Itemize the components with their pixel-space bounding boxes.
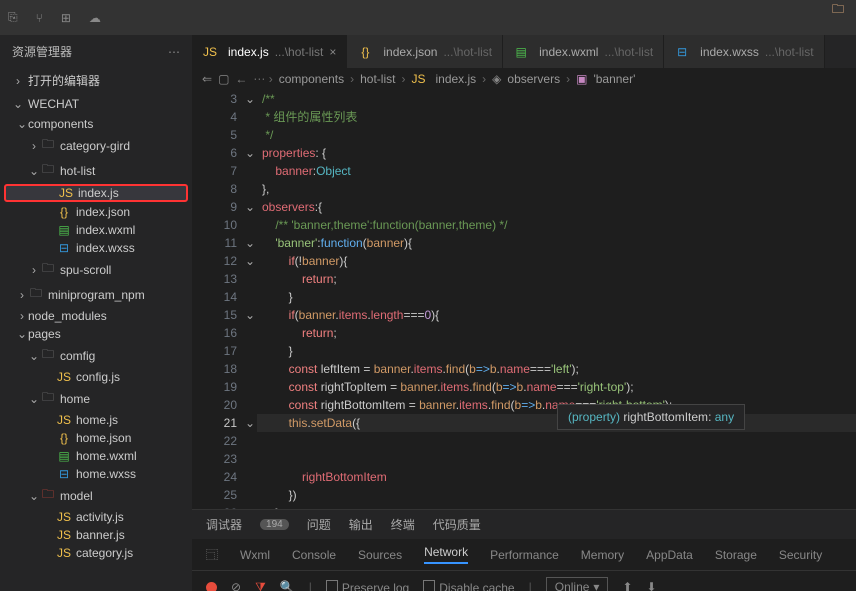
download-icon[interactable]: ⬇ <box>647 580 657 591</box>
inspect-icon[interactable]: ⿹ <box>206 546 218 563</box>
devtab[interactable]: AppData <box>646 548 693 562</box>
tree-file[interactable]: JShome.js <box>0 411 192 429</box>
back-icon[interactable]: ← <box>235 72 247 86</box>
tree-folder[interactable]: ⌄🗀hot-list <box>0 158 192 183</box>
editor-area: JSindex.js...\hot-list× {}index.json...\… <box>192 35 856 591</box>
network-toolbar: ⊘ ⧩ 🔍 | Preserve log Disable cache | Onl… <box>192 571 856 591</box>
devtab-network[interactable]: Network <box>424 545 468 564</box>
devtab[interactable]: Memory <box>581 548 624 562</box>
dbg-tab-quality[interactable]: 代码质量 <box>433 516 481 533</box>
close-icon[interactable]: × <box>329 45 336 59</box>
tree-file[interactable]: ▤index.wxml <box>0 221 192 239</box>
code-body[interactable]: /** * 组件的属性列表 */properties: { banner:Obj… <box>262 90 856 509</box>
tree-file[interactable]: JSconfig.js <box>0 368 192 386</box>
throttling-select[interactable]: Online▾ <box>546 577 609 591</box>
devtools-tabs: ⿹ Wxml Console Sources Network Performan… <box>192 539 856 571</box>
tree-folder[interactable]: ›🗀miniprogram_npm <box>0 282 192 307</box>
tab-indexwxss[interactable]: ⊟index.wxss...\hot-list <box>664 35 824 68</box>
dbg-tab-problems[interactable]: 问题 <box>307 516 331 533</box>
tree-file[interactable]: JScategory.js <box>0 544 192 562</box>
crumb[interactable]: components <box>279 72 344 86</box>
crumb[interactable]: hot-list <box>360 72 395 86</box>
opened-editors-section[interactable]: ›打开的编辑器 <box>0 68 192 93</box>
gutter: 3⌄456⌄789⌄1011⌄12⌄131415⌄161718192021⌄22… <box>192 90 262 509</box>
editor-tabs: JSindex.js...\hot-list× {}index.json...\… <box>192 35 856 68</box>
tree-folder[interactable]: ›🗀category-gird <box>0 133 192 158</box>
tree-file[interactable]: {}home.json <box>0 429 192 447</box>
tree-folder[interactable]: ⌄🗀home <box>0 386 192 411</box>
tree-file[interactable]: JSbanner.js <box>0 526 192 544</box>
crumb[interactable]: index.js <box>435 72 476 86</box>
tree-folder[interactable]: ⌄🗀components <box>0 115 192 133</box>
search-icon[interactable]: 🔍 <box>280 580 295 591</box>
file-tree: ⌄🗀components ›🗀category-gird ⌄🗀hot-list … <box>0 115 192 591</box>
breadcrumb: ⇐ ▢ ← ⋯ › components› hot-list› JSindex.… <box>192 68 856 90</box>
filter-icon[interactable]: ⧩ <box>255 580 266 591</box>
devtab[interactable]: Storage <box>715 548 757 562</box>
dbg-tab-terminal[interactable]: 终端 <box>391 516 415 533</box>
debugger-tabs: 调试器 194 问题 输出 终端 代码质量 <box>192 510 856 539</box>
tab-indexwxml[interactable]: ▤index.wxml...\hot-list <box>503 35 664 68</box>
devtab[interactable]: Sources <box>358 548 402 562</box>
extensions-icon[interactable]: ⊞ <box>61 11 71 25</box>
code-area[interactable]: 3⌄456⌄789⌄1011⌄12⌄131415⌄161718192021⌄22… <box>192 90 856 509</box>
tree-file[interactable]: ⊟home.wxss <box>0 465 192 483</box>
crumb[interactable]: observers <box>507 72 560 86</box>
dbg-badge: 194 <box>260 519 289 530</box>
clear-icon[interactable]: ⊘ <box>231 580 241 591</box>
disable-cache-checkbox[interactable]: Disable cache <box>423 580 514 591</box>
bookmark-icon[interactable]: ▢ <box>218 72 229 86</box>
cloud-icon[interactable]: ☁ <box>89 11 101 25</box>
sidebar: 资源管理器 ⋯ ›打开的编辑器 ⌄WECHAT ⌄🗀components ›🗀c… <box>0 35 192 591</box>
tree-file[interactable]: JSactivity.js <box>0 508 192 526</box>
tree-file[interactable]: ⊟index.wxss <box>0 239 192 257</box>
crumb[interactable]: 'banner' <box>593 72 635 86</box>
record-icon[interactable] <box>206 582 217 591</box>
tree-folder[interactable]: ›🗀spu-scroll <box>0 257 192 282</box>
tree-file[interactable]: ▤home.wxml <box>0 447 192 465</box>
tree-folder[interactable]: ⌄🗀pages <box>0 325 192 343</box>
tree-file-indexjs[interactable]: JSindex.js <box>4 184 188 202</box>
debugger-panel: 调试器 194 问题 输出 终端 代码质量 ⿹ Wxml Console Sou… <box>192 509 856 591</box>
devtab[interactable]: Security <box>779 548 822 562</box>
files-icon[interactable]: ⎘ <box>8 10 18 25</box>
devtab[interactable]: Wxml <box>240 548 270 562</box>
devtab[interactable]: Console <box>292 548 336 562</box>
tree-folder[interactable]: ⌄🗀model <box>0 483 192 508</box>
devtab[interactable]: Performance <box>490 548 559 562</box>
tree-folder[interactable]: ›🗀node_modules <box>0 307 192 325</box>
intellisense-tooltip: (property) rightBottomItem: any <box>557 404 745 430</box>
titlebar: ⎘ ⑂ ⊞ ☁ <box>0 0 856 35</box>
tab-indexjson[interactable]: {}index.json...\hot-list <box>347 35 503 68</box>
tree-file[interactable]: {}index.json <box>0 203 192 221</box>
nav-back-icon[interactable]: ⇐ <box>202 72 212 86</box>
dbg-tab-output[interactable]: 输出 <box>349 516 373 533</box>
project-section[interactable]: ⌄WECHAT <box>0 93 192 115</box>
tree-folder[interactable]: ⌄🗀comfig <box>0 343 192 368</box>
tab-indexjs[interactable]: JSindex.js...\hot-list× <box>192 35 347 68</box>
dbg-tab-debugger[interactable]: 调试器 <box>206 516 242 533</box>
explorer-title: 资源管理器 <box>12 43 72 60</box>
preserve-log-checkbox[interactable]: Preserve log <box>326 580 409 591</box>
upload-icon[interactable]: ⬆ <box>622 580 632 591</box>
explorer-header: 资源管理器 ⋯ <box>0 35 192 68</box>
source-control-icon[interactable]: ⑂ <box>36 11 43 25</box>
more-icon[interactable]: ⋯ <box>168 45 180 59</box>
